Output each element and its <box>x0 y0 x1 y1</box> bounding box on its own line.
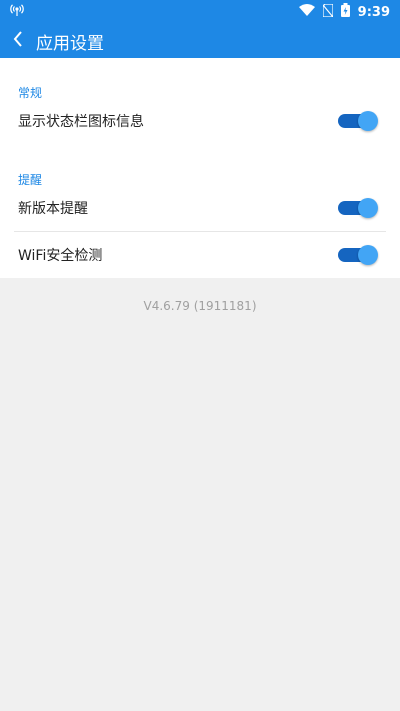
new-version-toggle[interactable] <box>338 198 378 218</box>
setting-label: WiFi安全检测 <box>18 248 103 264</box>
wifi-security-toggle[interactable] <box>338 245 378 265</box>
setting-label: 新版本提醒 <box>18 201 88 217</box>
settings-list: 常规 显示状态栏图标信息 提醒 新版本提醒 WiFi安全检测 <box>0 58 400 278</box>
antenna-icon <box>10 4 24 20</box>
page-title: 应用设置 <box>36 33 104 54</box>
toggle-knob <box>358 111 378 131</box>
no-sim-icon <box>322 2 334 21</box>
status-bar: 9:39 <box>0 0 400 24</box>
back-button[interactable] <box>0 24 36 58</box>
toggle-knob <box>358 245 378 265</box>
battery-charging-icon <box>340 3 350 21</box>
setting-label: 显示状态栏图标信息 <box>18 114 144 130</box>
app-bar: 应用设置 <box>0 24 400 58</box>
toggle-knob <box>358 198 378 218</box>
wifi-icon <box>298 4 315 20</box>
setting-row-wifi-security[interactable]: WiFi安全检测 <box>0 232 400 278</box>
setting-row-new-version[interactable]: 新版本提醒 <box>0 185 400 231</box>
version-text: V4.6.79 (1911181) <box>143 299 257 313</box>
setting-row-status-bar-icon[interactable]: 显示状态栏图标信息 <box>0 98 400 144</box>
chevron-left-icon <box>12 30 24 52</box>
status-bar-icon-toggle[interactable] <box>338 111 378 131</box>
status-time: 9:39 <box>357 4 390 20</box>
